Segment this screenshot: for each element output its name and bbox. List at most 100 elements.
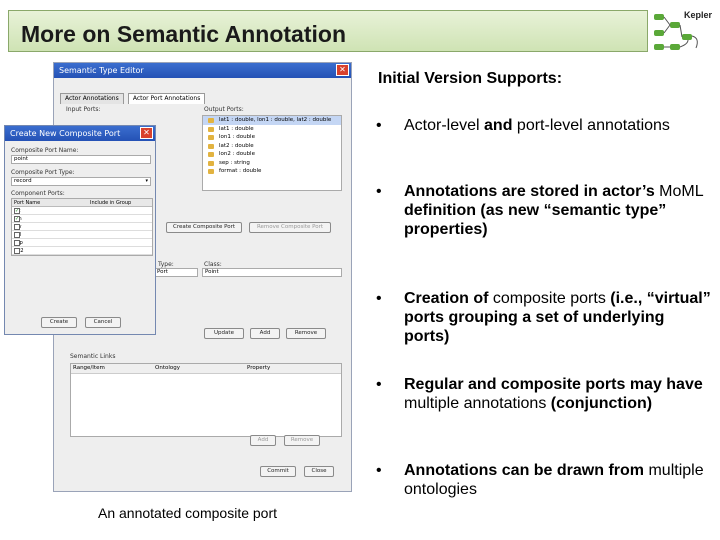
class-field[interactable]: Point — [202, 268, 342, 277]
port-icon — [208, 135, 214, 140]
semantic-links-header: Range/Item Ontology Property — [71, 364, 341, 374]
update-button[interactable]: Update — [204, 328, 244, 339]
output-port-item[interactable]: lat2 : double — [203, 142, 341, 151]
grid-row[interactable]: sep — [12, 239, 152, 247]
figure-caption: An annotated composite port — [98, 505, 278, 521]
remove-link-button[interactable]: Remove — [284, 435, 320, 446]
output-port-item[interactable]: lon2 : double — [203, 150, 341, 159]
close-button[interactable]: Close — [304, 466, 334, 477]
port-icon — [208, 169, 214, 174]
component-ports-grid[interactable]: Port Name Include in Group lat✓ lon✓ elv… — [11, 198, 153, 256]
editor-close-icon[interactable]: ✕ — [336, 64, 349, 76]
input-ports-label: Input Ports: — [66, 106, 101, 113]
kepler-logo: Kepler — [652, 8, 716, 56]
grid-row[interactable]: elv — [12, 223, 152, 231]
chevron-down-icon[interactable]: ▾ — [145, 178, 148, 185]
bullet-item: • Annotations can be drawn from multiple… — [376, 461, 711, 499]
output-port-item[interactable]: lon1 : double — [203, 133, 341, 142]
include-checkbox[interactable] — [14, 224, 20, 230]
add-button[interactable]: Add — [250, 328, 280, 339]
editor-tabs: Actor Annotations Actor Port Annotations — [60, 85, 206, 104]
port-icon — [208, 126, 214, 132]
port-icon — [208, 152, 214, 157]
grid-row[interactable]: lat2 — [12, 247, 152, 255]
semantic-links-label: Semantic Links — [70, 353, 116, 360]
bullet-dot: • — [376, 183, 382, 200]
column-header[interactable]: Range/Item — [73, 364, 105, 373]
port-icon — [208, 160, 214, 166]
column-header[interactable]: Port Name — [14, 199, 40, 207]
grid-row[interactable]: lat✓ — [12, 207, 152, 215]
port-icon — [208, 143, 214, 149]
grid-row[interactable]: lon✓ — [12, 215, 152, 223]
bullet-dot: • — [376, 117, 382, 134]
text-run: composite ports — [492, 290, 606, 307]
composite-close-icon[interactable]: ✕ — [140, 127, 153, 139]
bullets-heading: Initial Version Supports: — [378, 70, 563, 87]
text-run: multiple annotations — [404, 395, 547, 412]
composite-title: Create New Composite Port — [10, 129, 121, 138]
composite-type-value: record — [14, 178, 32, 184]
remove-composite-port-button[interactable]: Remove Composite Port — [249, 222, 331, 233]
composite-name-label: Composite Port Name: — [11, 147, 79, 154]
type-label: Type: — [158, 261, 174, 268]
bullet-text: Creation of composite ports (i.e., “virt… — [376, 289, 711, 346]
include-checkbox[interactable] — [14, 232, 20, 238]
type-field[interactable]: Port — [154, 268, 198, 277]
editor-title: Semantic Type Editor — [59, 66, 144, 75]
output-port-item[interactable]: sep : string — [203, 159, 341, 168]
text-run: ML — [681, 183, 704, 200]
column-header[interactable]: Include in Group — [90, 199, 131, 207]
bullet-text: Annotations are stored in actor’s MoML d… — [376, 182, 711, 239]
text-run: and — [484, 117, 513, 134]
output-port-text: sep : string — [219, 159, 250, 166]
class-label: Class: — [204, 261, 222, 268]
include-checkbox[interactable]: ✓ — [14, 216, 20, 222]
include-checkbox[interactable]: ✓ — [14, 208, 20, 214]
text-run: Mo — [659, 183, 682, 200]
output-ports-label: Output Ports: — [204, 106, 244, 113]
text-run: Regular and composite ports may have — [404, 376, 703, 393]
text-run: Annotations can be drawn from — [404, 462, 649, 479]
composite-title-bar[interactable]: Create New Composite Port ✕ — [5, 126, 155, 141]
composite-type-label: Composite Port Type: — [11, 169, 75, 176]
bullet-text: Regular and composite ports may have mul… — [376, 375, 711, 413]
bullet-dot: • — [376, 376, 382, 393]
text-run: (conjunction) — [546, 395, 653, 412]
output-port-text: lat1 : double — [219, 125, 254, 132]
logo-text: Kepler — [683, 10, 712, 20]
include-checkbox[interactable] — [14, 240, 20, 246]
column-header[interactable]: Ontology — [155, 364, 180, 373]
text-run: port-level annotations — [512, 117, 670, 134]
grid-row[interactable]: val — [12, 231, 152, 239]
composite-type-select[interactable]: record ▾ — [11, 177, 151, 186]
text-run: Creation of — [404, 290, 493, 307]
semantic-links-table[interactable]: Range/Item Ontology Property — [70, 363, 342, 437]
output-port-text: lon2 : double — [219, 151, 255, 157]
commit-button[interactable]: Commit — [260, 466, 296, 477]
bullet-item: • Annotations are stored in actor’s MoML… — [376, 182, 711, 239]
include-checkbox[interactable] — [14, 248, 20, 254]
output-port-text: format : double — [219, 168, 262, 174]
composite-name-field[interactable]: point — [11, 155, 151, 164]
text-run: Actor-level — [404, 117, 485, 134]
output-port-item[interactable]: format : double — [203, 167, 341, 176]
tab-actor-port-annotations[interactable]: Actor Port Annotations — [127, 93, 206, 104]
bullet-dot: • — [376, 462, 382, 479]
bullet-item: • Regular and composite ports may have m… — [376, 375, 711, 413]
bullet-text: Actor-level and port-level annotations — [376, 116, 711, 135]
column-header[interactable]: Property — [247, 364, 270, 373]
create-composite-port-button[interactable]: Create Composite Port — [166, 222, 242, 233]
output-port-item[interactable]: lat1 : double — [203, 125, 341, 134]
add-link-button[interactable]: Add — [250, 435, 276, 446]
cancel-button[interactable]: Cancel — [85, 317, 121, 328]
port-icon — [208, 118, 214, 123]
output-ports-list[interactable]: lat1 : double, lon1 : double, lat2 : dou… — [202, 115, 342, 191]
remove-button[interactable]: Remove — [286, 328, 326, 339]
bullet-item: • Creation of composite ports (i.e., “vi… — [376, 289, 711, 346]
tab-actor-annotations[interactable]: Actor Annotations — [60, 93, 124, 104]
slide-title-bar: More on Semantic Annotation — [8, 10, 648, 52]
editor-title-bar[interactable]: Semantic Type Editor ✕ — [54, 63, 351, 78]
output-port-item[interactable]: lat1 : double, lon1 : double, lat2 : dou… — [203, 116, 341, 125]
create-button[interactable]: Create — [41, 317, 77, 328]
